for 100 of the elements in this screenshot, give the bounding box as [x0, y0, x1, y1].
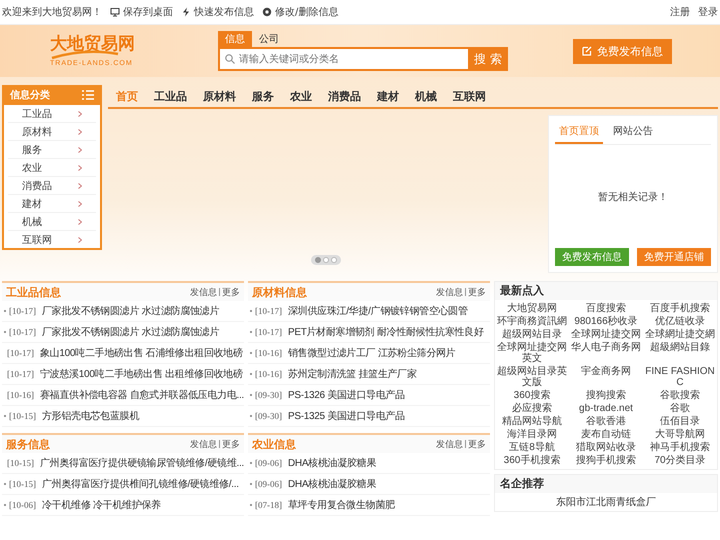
company-link[interactable]: 东阳市江北雨青纸盒厂 [495, 493, 717, 511]
nav-tab[interactable]: 消费品 [320, 88, 369, 104]
post-link[interactable]: 发信息 [190, 438, 217, 450]
listing-link[interactable]: 方形铝壳电芯包蓝膜机 [42, 409, 140, 423]
post-link[interactable]: 发信息 [436, 286, 463, 298]
listing-link[interactable]: 广州奥得富医疗提供硬镜输尿管镜维修/硬镜维... [40, 456, 244, 470]
nav-tab[interactable]: 工业品 [146, 88, 195, 104]
site-link[interactable]: 360手机搜索 [496, 455, 568, 466]
site-link[interactable]: 超级网站目录英文版 [496, 366, 568, 388]
category-link[interactable]: 建材 [22, 196, 42, 210]
site-link[interactable]: 全球网址捷交网 [570, 329, 642, 340]
site-link[interactable]: 环宇商務資訊網 [496, 316, 568, 327]
site-link[interactable]: 全球網址捷交網 [644, 329, 716, 340]
listing-link[interactable]: 广州奥得富医疗提供椎间孔镜维修/硬镜维修/... [42, 477, 239, 491]
site-link[interactable]: 谷歌香港 [570, 416, 642, 427]
search-tab[interactable]: 公司 [252, 31, 286, 47]
chevron-right-icon [78, 218, 82, 224]
top-link[interactable]: 修改/删除信息 [262, 5, 338, 19]
listing-link[interactable]: PET片材耐寒增韧剂 耐冷性耐候性抗寒性良好 [288, 325, 484, 339]
site-link[interactable]: 互链8导航 [496, 442, 568, 453]
slider-dot[interactable] [315, 257, 321, 263]
chevron-right-icon [78, 164, 82, 170]
post-link[interactable]: 发信息 [190, 286, 217, 298]
site-link[interactable]: 神马手机搜索 [644, 442, 716, 453]
date-text: [10-17] [255, 327, 283, 337]
more-link[interactable]: 更多 [468, 438, 486, 450]
listing-link[interactable]: 苏州定制清洗篮 挂篮生产厂家 [288, 367, 417, 381]
category-link[interactable]: 工业品 [22, 106, 52, 120]
site-link[interactable]: 麦布自动链 [570, 429, 642, 440]
site-link[interactable]: 980166秒收录 [570, 316, 642, 327]
site-link[interactable]: 海洋目录网 [496, 429, 568, 440]
listing-link[interactable]: 草坪专用复合微生物菌肥 [288, 498, 395, 512]
date-text: [10-15] [7, 458, 35, 468]
listing-link[interactable]: PS-1326 美国进口导电产品 [288, 388, 405, 402]
listing-link[interactable]: 厂家批发不锈钢圆滤片 水过滤防腐蚀滤片 [42, 304, 220, 318]
account-link[interactable]: 登录 [698, 5, 718, 19]
category-link[interactable]: 服务 [22, 142, 42, 156]
listing-link[interactable]: DHA核桃油凝胶糖果 [288, 477, 376, 491]
site-link[interactable]: 70分类目录 [644, 455, 716, 466]
category-link[interactable]: 互联网 [22, 232, 52, 246]
date-text: [10-15] [9, 411, 37, 421]
listing-link[interactable]: 赛福直供补偿电容器 自愈式并联器低压电力电... [40, 388, 244, 402]
site-link[interactable]: 百度搜索 [570, 303, 642, 314]
date-text: [10-16] [255, 348, 283, 358]
site-link[interactable]: 搜狗搜索 [570, 390, 642, 401]
slider-dot[interactable] [331, 257, 337, 263]
nav-tab[interactable]: 服务 [244, 88, 282, 104]
section-title: 农业信息 [252, 436, 296, 452]
site-link[interactable]: 全球网址捷交网英文 [496, 342, 568, 364]
listing-link[interactable]: 冷干机维修 冷干机维护保养 [42, 498, 161, 512]
listing-link[interactable]: DHA核桃油凝胶糖果 [288, 456, 376, 470]
nav-tab[interactable]: 互联网 [445, 88, 494, 104]
more-link[interactable]: 更多 [222, 438, 240, 450]
site-link[interactable]: FINE FASHION C [644, 366, 716, 388]
site-link[interactable]: gb-trade.net [570, 403, 642, 414]
category-link[interactable]: 农业 [22, 160, 42, 174]
site-link[interactable]: 伍佰目录 [644, 416, 716, 427]
settings-icon [262, 7, 272, 17]
site-link[interactable]: 搜狗手机搜索 [570, 455, 642, 466]
site-link[interactable]: 360搜索 [496, 390, 568, 401]
post-link[interactable]: 发信息 [436, 438, 463, 450]
top-link[interactable]: 保存到桌面 [110, 5, 173, 19]
site-link[interactable]: 猎取网站收录 [570, 442, 642, 453]
listing-link[interactable]: PS-1325 美国进口导电产品 [288, 409, 405, 423]
site-link[interactable]: 必应搜索 [496, 403, 568, 414]
site-link[interactable]: 百度手机搜索 [644, 303, 716, 314]
nav-tab[interactable]: 农业 [282, 88, 320, 104]
site-link[interactable]: 大哥导航网 [644, 429, 716, 440]
nav-tab[interactable]: 建材 [369, 88, 407, 104]
listing-link[interactable]: 象山100吨二手地磅出售 石浦维修出租回收地磅 [40, 346, 243, 360]
panel-title: 名企推荐 [495, 475, 717, 493]
nav-tab[interactable]: 原材料 [195, 88, 244, 104]
site-link[interactable]: 精品网站导航 [496, 416, 568, 427]
top-link[interactable]: 快速发布信息 [181, 5, 254, 19]
category-link[interactable]: 原材料 [22, 124, 52, 138]
category-link[interactable]: 机械 [22, 214, 42, 228]
category-link[interactable]: 消费品 [22, 178, 52, 192]
more-link[interactable]: 更多 [468, 286, 486, 298]
site-link[interactable]: 超级网站目录 [496, 329, 568, 340]
empty-message: 暂无相关记录！ [598, 190, 668, 204]
listing-link[interactable]: 深圳供应珠江/华捷/广钢镀锌钢管空心圆管 [288, 304, 468, 318]
site-link[interactable]: 优亿链收录 [644, 316, 716, 327]
more-link[interactable]: 更多 [222, 286, 240, 298]
site-link[interactable]: 大地贸易网 [496, 303, 568, 314]
listing-link[interactable]: 厂家批发不锈钢圆滤片 水过滤防腐蚀滤片 [42, 325, 220, 339]
notice-tab[interactable]: 网站公告 [609, 122, 657, 144]
site-link[interactable]: 超級網站目錄 [644, 342, 716, 364]
date-text: [10-17] [255, 306, 283, 316]
site-link[interactable]: 谷歌搜索 [644, 390, 716, 401]
slider-dot[interactable] [323, 257, 329, 263]
site-link[interactable]: 宇金商务网 [570, 366, 642, 388]
account-link[interactable]: 注册 [670, 5, 690, 19]
nav-tab[interactable]: 机械 [407, 88, 445, 104]
chevron-right-icon [78, 236, 82, 242]
site-link[interactable]: 谷歌 [644, 403, 716, 414]
site-link[interactable]: 华人电子商务网 [570, 342, 642, 364]
swoosh-icon [50, 50, 120, 60]
listing-link[interactable]: 销售微型过滤片工厂 江苏粉尘筛分网片 [288, 346, 456, 360]
chevron-right-icon [78, 128, 82, 134]
listing-link[interactable]: 宁波慈溪100吨二手地磅出售 出租维修回收地磅 [40, 367, 243, 381]
